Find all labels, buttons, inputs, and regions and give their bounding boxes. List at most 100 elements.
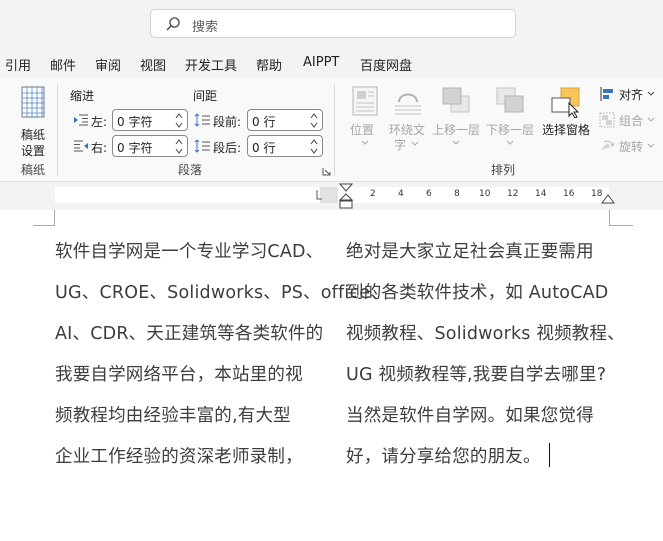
chevron-down-icon[interactable] — [175, 147, 183, 155]
spacing-after-icon — [194, 139, 210, 153]
arrange-group-label: 排列 — [491, 163, 516, 177]
margin-corner-mark — [33, 210, 55, 226]
chevron-down-icon[interactable] — [175, 121, 183, 129]
indent-right-label: 右: — [91, 141, 108, 155]
dialog-launcher-icon[interactable] — [322, 167, 331, 176]
spacing-after-label: 段后: — [213, 141, 242, 155]
ruler-tick: 2 — [370, 189, 376, 199]
search-box[interactable]: 搜索 — [150, 9, 516, 38]
spacing-title: 间距 — [193, 89, 218, 103]
chevron-down-icon — [411, 141, 419, 146]
text-line: 好，请分享给您的朋友。 — [346, 447, 541, 467]
send-backward-icon — [496, 87, 524, 113]
indent-left-icon — [74, 114, 88, 126]
position-label: 位置 — [350, 123, 375, 137]
tab-references[interactable]: 引用 — [5, 55, 31, 74]
manuscript-icon — [21, 86, 45, 118]
ruler-tick: 14 — [535, 189, 547, 199]
align-icon — [600, 87, 613, 101]
text-line: 视频教程、Solidworks 视频教程、 — [346, 324, 625, 344]
ribbon: 稿纸 设置 稿纸 缩进 间距 左: 0 字符 右: 0 字符 段前: 0 行 段… — [0, 78, 663, 182]
chevron-up-icon[interactable] — [175, 112, 183, 120]
manuscript-settings-button[interactable]: 稿纸 设置 — [14, 84, 52, 158]
tab-aippt[interactable]: AIPPT — [303, 55, 339, 70]
send-backward-label: 下移一层 — [486, 123, 535, 137]
selection-pane-label: 选择窗格 — [542, 123, 591, 137]
manuscript-button-label-line1: 稿纸 — [21, 128, 46, 142]
wrap-text-icon — [395, 93, 421, 115]
indent-right-input[interactable]: 0 字符 — [112, 135, 188, 157]
chevron-down-icon[interactable] — [310, 147, 318, 155]
ruler-column-gap — [320, 187, 338, 203]
align-button[interactable]: 对齐 — [597, 84, 659, 104]
document-page[interactable]: 软件自学网是一个专业学习CAD、 UG、CROE、Solidworks、PS、o… — [0, 210, 663, 541]
wrap-text-button[interactable]: 环绕文 字 — [388, 84, 428, 156]
indent-left-value: 0 字符 — [117, 115, 153, 129]
spacing-before-input[interactable]: 0 行 — [247, 109, 323, 131]
tab-review[interactable]: 审阅 — [95, 55, 121, 74]
group-divider — [334, 84, 335, 176]
chevron-down-icon — [647, 143, 655, 148]
chevron-up-icon[interactable] — [310, 112, 318, 120]
text-line: 软件自学网是一个专业学习CAD、 — [55, 242, 324, 262]
text-line: 频教程均由经验丰富的,有大型 — [55, 406, 291, 426]
spacing-after-value: 0 行 — [252, 141, 276, 155]
ruler-tab-marker — [316, 190, 322, 200]
group-icon — [599, 112, 615, 128]
chevron-up-icon[interactable] — [310, 138, 318, 146]
paragraph-group-label: 段落 — [178, 163, 203, 177]
text-line: 绝对是大家立足社会真正要需用 — [346, 242, 594, 262]
spacing-after-input[interactable]: 0 行 — [247, 135, 323, 157]
text-line: AI、CDR、天正建筑等各类软件的 — [55, 324, 324, 344]
group-label: 组合 — [619, 114, 644, 128]
chevron-up-icon[interactable] — [175, 138, 183, 146]
indent-left-input[interactable]: 0 字符 — [112, 109, 188, 131]
selection-pane-button[interactable]: 选择窗格 — [540, 84, 592, 156]
ruler-tick: 10 — [479, 189, 491, 199]
search-icon — [166, 17, 180, 31]
chevron-down-icon — [647, 117, 655, 122]
text-cursor — [549, 443, 550, 467]
text-line: 到的各类软件技术，如 AutoCAD — [346, 283, 609, 303]
ruler-tick: 8 — [454, 189, 460, 199]
text-column-left[interactable]: 软件自学网是一个专业学习CAD、 UG、CROE、Solidworks、PS、o… — [55, 232, 388, 478]
right-indent-marker[interactable] — [601, 194, 615, 204]
indent-marker[interactable] — [339, 183, 353, 209]
search-placeholder: 搜索 — [192, 20, 219, 35]
group-objects-button[interactable]: 组合 — [597, 110, 659, 130]
chevron-down-icon — [361, 140, 369, 145]
text-column-right[interactable]: 绝对是大家立足社会真正要需用 到的各类软件技术，如 AutoCAD 视频教程、S… — [346, 232, 625, 478]
indent-right-icon — [74, 140, 88, 152]
wrap-text-label-line2: 字 — [394, 138, 407, 152]
text-line: UG、CROE、Solidworks、PS、office、 — [55, 283, 388, 303]
tab-view[interactable]: 视图 — [140, 55, 166, 74]
text-line: 当然是软件自学网。如果您觉得 — [346, 406, 594, 426]
tab-developer[interactable]: 开发工具 — [185, 55, 237, 74]
margin-corner-mark — [609, 210, 633, 226]
ruler-tick: 12 — [507, 189, 519, 199]
ruler-tick: 4 — [398, 189, 404, 199]
tab-help[interactable]: 帮助 — [256, 55, 282, 74]
tab-mailings[interactable]: 邮件 — [50, 55, 76, 74]
horizontal-ruler[interactable]: 2 4 6 8 10 12 14 16 18 — [0, 182, 663, 210]
spacing-before-icon — [194, 113, 210, 127]
ruler-tick: 16 — [563, 189, 575, 199]
ribbon-tabs: 引用 邮件 审阅 视图 开发工具 帮助 AIPPT 百度网盘 — [0, 48, 663, 78]
bring-forward-label: 上移一层 — [432, 123, 481, 137]
text-line: 企业工作经验的资深老师录制， — [55, 447, 303, 467]
group-divider — [57, 84, 58, 176]
rotate-button[interactable]: 旋转 — [597, 136, 659, 156]
chevron-down-icon — [452, 140, 460, 145]
send-backward-button[interactable]: 下移一层 — [485, 84, 535, 156]
selection-pane-icon — [551, 87, 580, 118]
spacing-before-value: 0 行 — [252, 115, 276, 129]
manuscript-group-label: 稿纸 — [21, 163, 46, 177]
position-icon — [352, 86, 378, 116]
position-button[interactable]: 位置 — [347, 84, 383, 156]
rotate-icon — [601, 140, 615, 150]
bring-forward-button[interactable]: 上移一层 — [431, 84, 481, 156]
tab-baidu-netdisk[interactable]: 百度网盘 — [360, 55, 412, 74]
chevron-down-icon — [647, 91, 655, 96]
chevron-down-icon[interactable] — [310, 121, 318, 129]
spacing-before-label: 段前: — [213, 115, 242, 129]
